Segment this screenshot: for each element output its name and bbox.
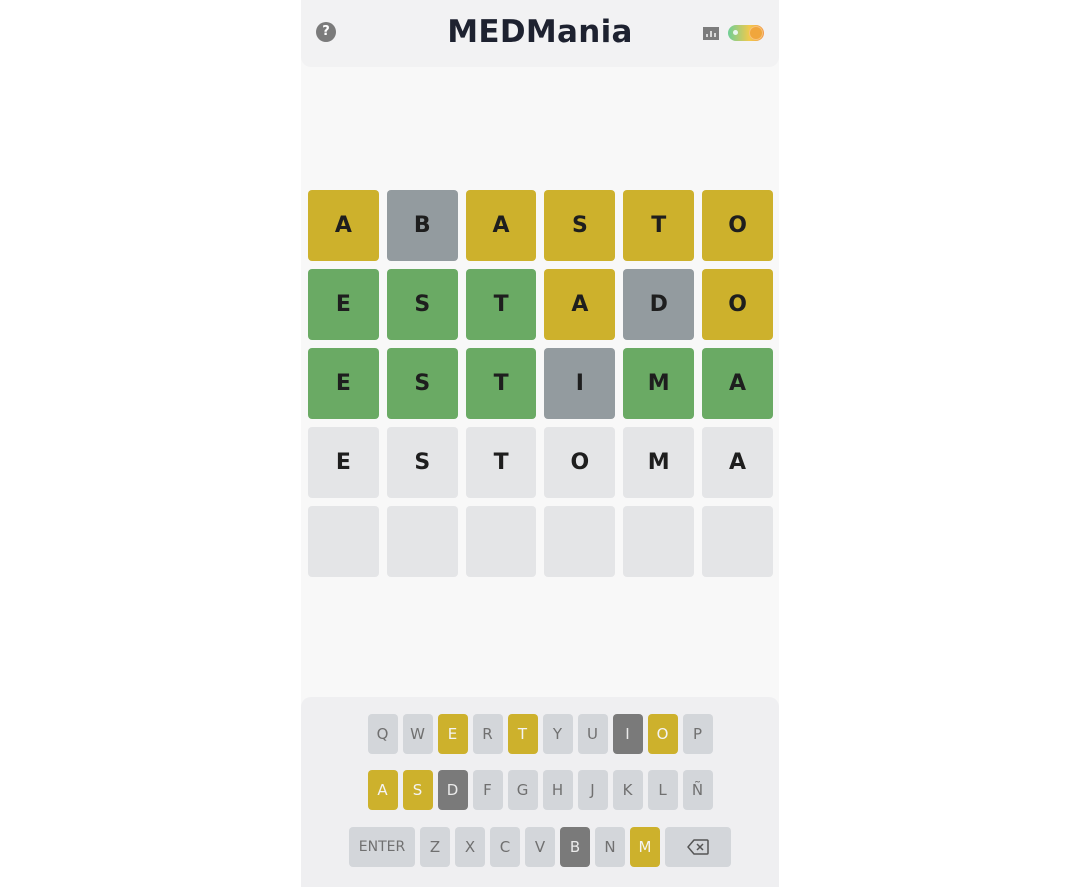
backspace-key[interactable] [665,827,731,867]
enter-key[interactable]: ENTER [349,827,415,867]
letter-tile: M [623,427,695,498]
letter-tile: T [465,348,537,419]
letter-tile [465,506,537,577]
key-g[interactable]: G [507,770,538,810]
letter-tile: T [465,427,537,498]
letter-tile: O [702,269,773,340]
letter-tile: A [702,427,773,498]
key-p[interactable]: P [682,714,713,754]
key-l[interactable]: L [647,770,678,810]
letter-tile: E [308,269,379,340]
key-h[interactable]: H [542,770,573,810]
keyboard-row: QWERTYUIOP [301,714,779,754]
letter-tile: A [308,190,379,261]
board-row [308,506,773,577]
board-row: ESTIMA [308,348,773,419]
key-o[interactable]: O [647,714,678,754]
key-d[interactable]: D [437,770,468,810]
letter-tile: B [386,190,458,261]
letter-tile: A [465,190,537,261]
key-q[interactable]: Q [367,714,398,754]
letter-tile [308,506,379,577]
letter-tile: T [465,269,537,340]
letter-tile: S [386,269,458,340]
letter-tile [544,506,616,577]
letter-tile [386,506,458,577]
bar-chart-icon[interactable] [703,27,719,40]
letter-tile: E [308,427,379,498]
toggle-knob [750,27,762,39]
key-u[interactable]: U [577,714,608,754]
toggle-dot [733,30,738,35]
key-s[interactable]: S [402,770,433,810]
letter-tile: S [544,190,616,261]
keyboard: Q W E R T Y U I O P A S D F G H J K L Ñ ENTER Z X C V B N M [301,697,779,887]
theme-toggle-icon[interactable] [728,25,764,41]
letter-tile: S [386,427,458,498]
keyboard-row: ASDFGHJKLÑ [301,770,779,810]
key-i[interactable]: I [612,714,643,754]
key-e[interactable]: E [437,714,468,754]
letter-tile: A [544,269,616,340]
letter-tile [702,506,773,577]
letter-tile: O [702,190,773,261]
key-j[interactable]: J [577,770,608,810]
key-a[interactable]: A [367,770,398,810]
key-c[interactable]: C [490,827,520,867]
letter-tile [623,506,695,577]
board-row: ABASTO [308,190,773,261]
keyboard-row: ENTER Z X C V B N M [301,827,779,867]
header: ? MEDMania [301,0,779,67]
board-row: ESTADO [308,269,773,340]
key-t[interactable]: T [507,714,538,754]
letter-tile: I [544,348,616,419]
key-n[interactable]: N [595,827,625,867]
game-board: ABASTOESTADOESTIMAESTOMA [308,190,773,585]
key-z[interactable]: Z [420,827,450,867]
key-b[interactable]: B [560,827,590,867]
backspace-icon [687,839,709,855]
key-y[interactable]: Y [542,714,573,754]
app-container: ? MEDMania ABASTOESTADOESTIMAESTOMA QWER… [301,0,779,887]
letter-tile: A [702,348,773,419]
letter-tile: E [308,348,379,419]
key-k[interactable]: K [612,770,643,810]
letter-tile: D [623,269,695,340]
letter-tile: T [623,190,695,261]
key-m[interactable]: M [630,827,660,867]
letter-tile: S [386,348,458,419]
letter-tile: O [544,427,616,498]
key-f[interactable]: F [472,770,503,810]
key-v[interactable]: V [525,827,555,867]
key-ñ[interactable]: Ñ [682,770,713,810]
board-row: ESTOMA [308,427,773,498]
key-x[interactable]: X [455,827,485,867]
key-r[interactable]: R [472,714,503,754]
key-w[interactable]: W [402,714,433,754]
letter-tile: M [623,348,695,419]
